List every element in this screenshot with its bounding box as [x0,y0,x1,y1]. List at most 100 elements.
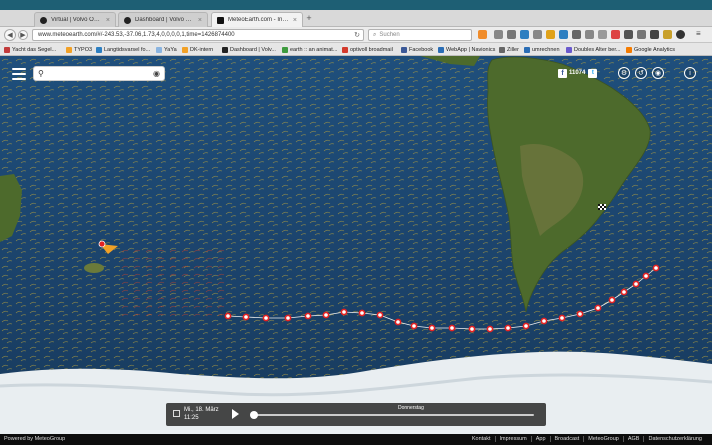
tab-volvo-virtual[interactable]: Virtual | Volvo Ocean Race × [34,12,116,27]
footer-link[interactable]: Impressum [494,436,531,442]
route-waypoint[interactable] [504,324,512,332]
menu-icon[interactable] [12,68,26,80]
bookmark-star-icon[interactable] [507,30,516,39]
magnifier-icon: ⌕ [373,31,377,38]
route-waypoint[interactable] [468,325,476,333]
lock-icon[interactable] [494,30,503,39]
extension-icon[interactable] [624,30,633,39]
route-waypoint[interactable] [224,312,232,320]
bookmark-item[interactable]: YaYa [156,45,177,54]
route-waypoint[interactable] [594,304,602,312]
bookmark-item[interactable]: Yacht das Segel... [4,45,56,54]
route-waypoint[interactable] [576,310,584,318]
bookmark-item[interactable]: optivoll broadmail [342,45,393,54]
bookmark-item[interactable]: earth :: an animat... [282,45,337,54]
footer-link[interactable]: Datenschutzerklärung [643,436,706,442]
home-icon[interactable] [533,30,542,39]
footer-link[interactable]: Broadcast [549,436,584,442]
adblock-icon[interactable] [611,30,620,39]
url-bar[interactable]: www.meteoearth.com/#/-243.53,-37.06,1.73… [32,29,364,41]
route-waypoint[interactable] [322,311,330,319]
calendar-icon[interactable] [173,410,180,417]
route-waypoint[interactable] [632,280,640,288]
bookmark-item[interactable]: Langtidsvarsel fo... [96,45,150,54]
tab-close-icon[interactable]: × [106,17,110,24]
route-waypoint[interactable] [522,322,530,330]
bookmark-favicon-icon [156,46,162,53]
forward-button[interactable]: ▶ [18,30,28,40]
download-icon[interactable] [520,30,529,39]
route-waypoint[interactable] [428,324,436,332]
tab-close-icon[interactable]: × [293,17,297,24]
bookmark-item[interactable]: Facebook [401,45,433,54]
browser-search-field[interactable]: ⌕ Suchen [368,29,472,41]
bookmark-item[interactable]: Google Analytics [626,45,675,54]
play-icon[interactable] [232,409,239,419]
bookmark-item[interactable]: DK-intern [182,45,213,54]
twitter-icon[interactable]: t [588,68,598,78]
bookmark-item[interactable]: TYPO3 [66,45,92,54]
browser-window: Virtual | Volvo Ocean Race × Dashboard |… [0,0,712,445]
bookmark-item[interactable]: Doubles Alter ber... [566,45,620,54]
route-waypoint[interactable] [262,314,270,322]
bookmark-item[interactable]: Ziller [499,45,519,54]
share-button[interactable]: ◉ [652,67,664,79]
pacific-island [84,263,104,273]
route-waypoint[interactable] [652,264,660,272]
finish-flag-icon[interactable] [598,204,606,210]
tab-volvo-dashboard[interactable]: Dashboard | Volvo Ocean Race × [118,12,208,27]
facebook-icon[interactable]: f [558,68,567,78]
route-waypoint[interactable] [304,312,312,320]
reload-icon[interactable]: ↻ [354,31,360,39]
addon-icon[interactable] [598,30,607,39]
footer-link[interactable]: Kontakt [468,436,495,442]
location-search[interactable]: ⚲ ◉ [33,66,165,81]
hamburger-menu-icon[interactable]: ≡ [696,30,705,39]
map-canvas[interactable] [0,56,712,434]
locate-icon[interactable]: ◉ [153,69,160,78]
notes-icon[interactable] [663,30,672,39]
sync-icon[interactable] [637,30,646,39]
route-waypoint[interactable] [410,322,418,330]
route-waypoint[interactable] [486,325,494,333]
page-footer: Powered by MeteoGroup Kontakt Impressum … [0,434,712,445]
tab-close-icon[interactable]: × [198,17,202,24]
timeline-handle[interactable] [250,411,258,419]
route-waypoint[interactable] [448,324,456,332]
info-settings-button[interactable]: ⚙ [618,67,630,79]
history-icon[interactable] [585,30,594,39]
footer-link[interactable]: App [530,436,550,442]
route-waypoint[interactable] [242,313,250,321]
tab-meteoearth[interactable]: MeteoEarth.com - Interactive Weather × [211,12,303,27]
route-waypoint[interactable] [340,308,348,316]
timeline-track[interactable] [252,414,534,416]
bookmark-favicon-icon [66,46,72,53]
reset-view-button[interactable]: ↺ [635,67,647,79]
info-icon[interactable]: i [684,67,696,79]
route-waypoint[interactable] [358,309,366,317]
profile-icon[interactable] [650,30,659,39]
weather-map[interactable]: ⚲ ◉ f 11074 t ⚙ ↺ ◉ i Mi., 18. März 11:2… [0,56,712,434]
new-tab-button[interactable]: + [304,13,314,23]
bookmark-favicon-icon [282,46,288,53]
route-waypoint[interactable] [376,311,384,319]
route-waypoint[interactable] [620,288,628,296]
footer-link[interactable]: AGB [622,436,644,442]
bookmark-item[interactable]: Dashboard | Volv... [222,45,276,54]
route-waypoint[interactable] [284,314,292,322]
back-button[interactable]: ◀ [4,29,16,41]
route-waypoint[interactable] [608,296,616,304]
feedback-icon[interactable] [559,30,568,39]
screenshot-icon[interactable] [572,30,581,39]
rss-icon[interactable] [478,30,487,39]
bookmark-item[interactable]: WebApp | Navionics [438,45,495,54]
account-icon[interactable] [676,30,685,39]
route-waypoint[interactable] [642,272,650,280]
route-waypoint[interactable] [540,317,548,325]
location-search-input[interactable] [46,70,154,77]
route-waypoint[interactable] [558,314,566,322]
bookmark-item[interactable]: umrechnen [524,45,560,54]
footer-link[interactable]: MeteoGroup [583,436,623,442]
pocket-icon[interactable] [546,30,555,39]
route-waypoint[interactable] [394,318,402,326]
